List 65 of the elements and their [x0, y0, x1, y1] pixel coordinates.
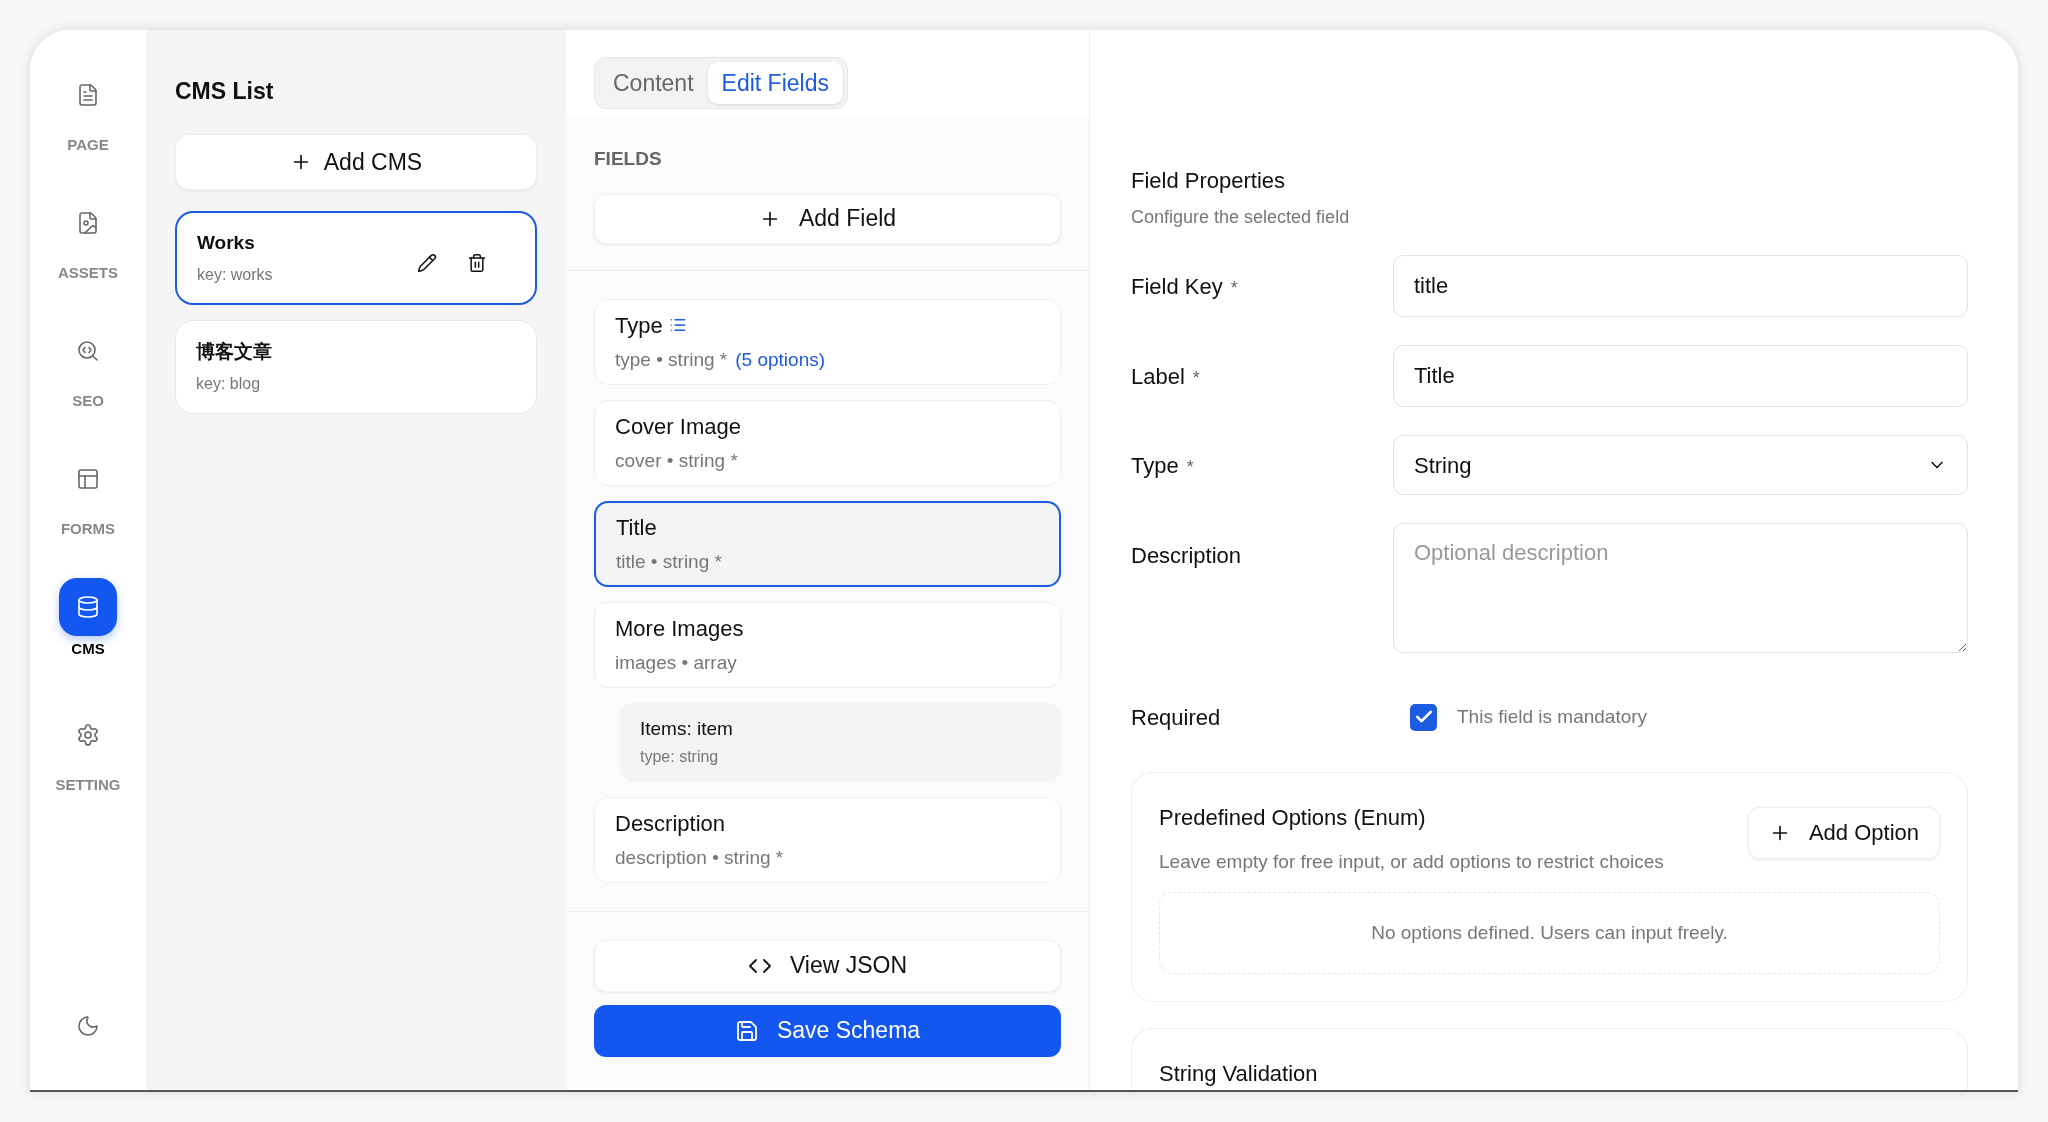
cms-item-name: 博客文章 [196, 339, 273, 364]
field-item-title: Title [616, 513, 657, 542]
properties-title: Field Properties [1131, 167, 1287, 195]
options-count: (5 options) [735, 347, 826, 372]
required-mark: * [1230, 276, 1238, 300]
fields-heading: FIELDS [594, 147, 663, 171]
properties-subtitle: Configure the selected field [1131, 206, 1351, 229]
field-item-card[interactable]: Title title • string * [594, 500, 1061, 587]
nested-field-title: Items: item [640, 716, 734, 741]
field-item-title: Cover Image [615, 412, 741, 441]
save-schema-button[interactable]: Save Schema [594, 1004, 1061, 1057]
field-item-card[interactable]: Description description • string * [594, 796, 1061, 883]
field-label: Label [1131, 362, 1185, 391]
cms-item-name: Works [197, 230, 256, 255]
field-item-meta: title • string * [616, 549, 722, 574]
nested-field-card[interactable]: Items: item type: string [620, 702, 1061, 782]
text-input[interactable]: title [1393, 255, 1968, 317]
validation-title: String Validation [1159, 1061, 1318, 1086]
field-item-meta: cover • string * [615, 448, 738, 473]
nav-label[interactable]: CMS [71, 638, 105, 661]
field-label: Required [1131, 703, 1221, 732]
field-label: Description [1131, 542, 1242, 570]
field-label: Type [1131, 451, 1179, 480]
cms-item-key: key: blog [196, 372, 516, 397]
cms-item-card[interactable]: Works key: works [175, 211, 537, 305]
required-mark: * [1192, 366, 1200, 390]
nav-label[interactable]: FORMS [60, 518, 116, 541]
empty-options-text: No options defined. Users can input freely. [1371, 920, 1728, 945]
field-label: Field Key [1131, 272, 1223, 301]
nav-label[interactable]: PAGE [67, 134, 109, 157]
field-item-meta: images • array [615, 650, 737, 675]
field-item-meta: type • string * [615, 347, 728, 372]
checkbox-label: This field is mandatory [1457, 705, 1648, 729]
add-option-button[interactable]: Add Option [1747, 806, 1940, 859]
nested-field-meta: type: string [640, 747, 720, 768]
field-item-card[interactable]: Cover Image cover • string * [594, 399, 1061, 486]
type-select[interactable]: String [1393, 435, 1968, 495]
nav-label[interactable]: SETTING [55, 774, 121, 797]
field-item-title: Description [615, 809, 726, 838]
cms-list-title: CMS List [175, 77, 275, 106]
nav-database-icon[interactable] [59, 578, 117, 636]
add-cms-button[interactable]: Add CMS [175, 134, 537, 190]
view-json-button[interactable]: View JSON [594, 939, 1061, 992]
tab[interactable]: Content [599, 62, 708, 104]
field-item-title: More Images [615, 614, 744, 643]
edit-icon[interactable] [417, 253, 437, 273]
text-input[interactable]: Title [1393, 345, 1968, 407]
nav-label[interactable]: SEO [72, 390, 104, 413]
tab[interactable]: Edit Fields [707, 62, 843, 104]
checkbox[interactable] [1410, 703, 1437, 731]
cms-item-key: key: works [197, 263, 417, 288]
field-item-title: Type [615, 311, 663, 340]
field-item-meta: description • string * [615, 845, 784, 870]
trash-icon[interactable] [467, 253, 487, 273]
nav-label[interactable]: ASSETS [58, 262, 118, 285]
description-textarea[interactable]: Optional description [1393, 523, 1968, 653]
add-field-button[interactable]: Add Field [594, 193, 1061, 244]
field-item-card[interactable]: More Images images • array [594, 601, 1061, 688]
field-item-card[interactable]: Type type • string * (5 options) [594, 298, 1061, 385]
required-mark: * [1186, 455, 1194, 479]
save-icon [734, 1018, 759, 1043]
enum-subtitle: Leave empty for free input, or add options to restrict choices [1159, 849, 1664, 874]
enum-title: Predefined Options (Enum) [1159, 803, 1427, 832]
cms-item-card[interactable]: 博客文章 key: blog [175, 320, 537, 414]
theme-toggle-icon[interactable] [76, 1014, 100, 1038]
